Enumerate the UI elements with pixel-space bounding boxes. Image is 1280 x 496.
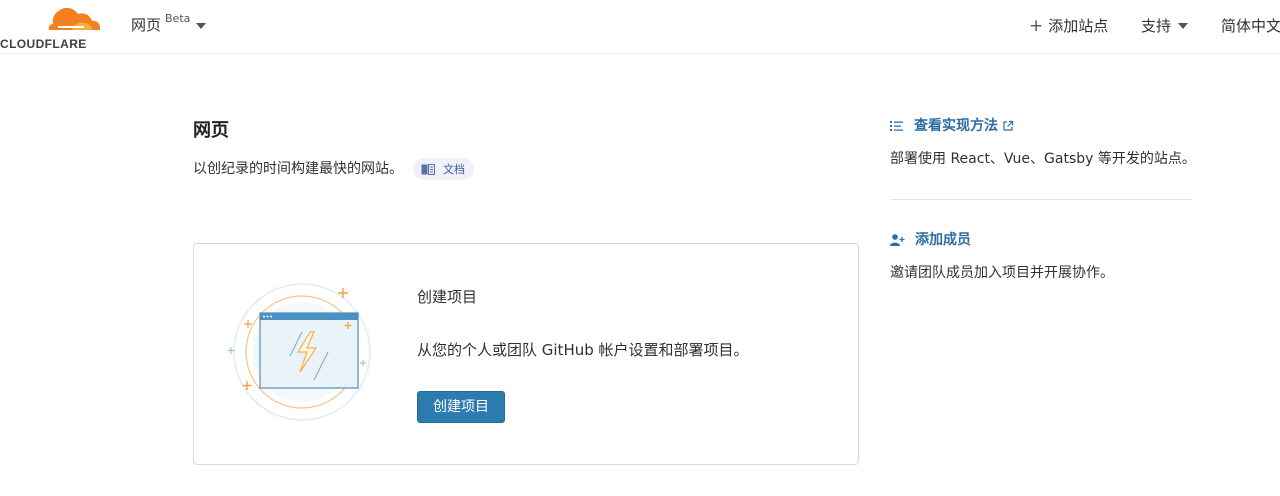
support-label: 支持 bbox=[1141, 17, 1172, 35]
logo-wordmark: CLOUDFLARE bbox=[0, 37, 87, 51]
card-title: 创建项目 bbox=[417, 288, 478, 306]
caret-down-icon bbox=[1178, 23, 1189, 29]
add-site-link[interactable]: + 添加站点 bbox=[1029, 15, 1108, 37]
cloud-icon bbox=[48, 7, 101, 30]
subtitle-row: 以创纪录的时间构建最快的网站。 文档 bbox=[193, 158, 474, 180]
add-member-title: 添加成员 bbox=[915, 232, 971, 248]
create-project-card: 创建项目 从您的个人或团队 GitHub 帐户设置和部署项目。 创建项目 bbox=[193, 243, 859, 465]
support-menu[interactable]: 支持 bbox=[1141, 15, 1189, 37]
caret-down-icon bbox=[196, 23, 207, 29]
how-to-title: 查看实现方法 bbox=[914, 118, 998, 134]
product-name: 网页 bbox=[131, 16, 162, 34]
add-member-text: 邀请团队成员加入项目并开展协作。 bbox=[890, 265, 1114, 281]
plus-icon: + bbox=[1029, 16, 1044, 36]
list-icon bbox=[890, 121, 903, 131]
docs-label: 文档 bbox=[443, 163, 465, 176]
create-project-button[interactable]: 创建项目 bbox=[417, 391, 505, 423]
beta-badge: Beta bbox=[165, 12, 191, 25]
docs-link[interactable]: 文档 bbox=[413, 158, 474, 180]
how-to-text: 部署使用 React、Vue、Gatsby 等开发的站点。 bbox=[890, 151, 1196, 167]
cloudflare-logo[interactable]: CLOUDFLARE bbox=[0, 6, 104, 51]
how-to-link[interactable]: 查看实现方法 bbox=[890, 116, 1014, 136]
sidebar-divider bbox=[890, 199, 1192, 200]
user-add-icon bbox=[890, 234, 905, 246]
top-navigation-bar: CLOUDFLARE 网页 Beta + 添加站点 支持 简体中文 bbox=[0, 0, 1280, 54]
project-illustration bbox=[227, 283, 371, 421]
card-description: 从您的个人或团队 GitHub 帐户设置和部署项目。 bbox=[417, 341, 749, 359]
page-subtitle: 以创纪录的时间构建最快的网站。 bbox=[193, 161, 403, 177]
add-site-label: 添加站点 bbox=[1048, 17, 1109, 35]
language-menu[interactable]: 简体中文 bbox=[1221, 15, 1280, 37]
language-label: 简体中文 bbox=[1221, 17, 1280, 35]
page-title: 网页 bbox=[193, 120, 229, 141]
external-link-icon bbox=[1003, 120, 1014, 131]
book-icon bbox=[421, 163, 435, 175]
add-member-link[interactable]: 添加成员 bbox=[890, 230, 971, 250]
product-menu[interactable]: 网页 Beta bbox=[131, 12, 207, 36]
